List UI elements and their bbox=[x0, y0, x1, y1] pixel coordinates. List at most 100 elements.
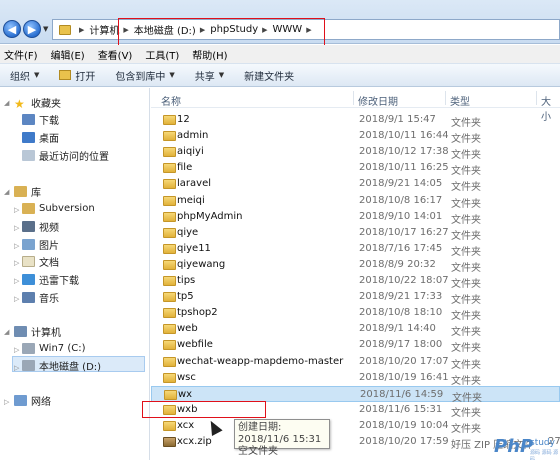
file-type: 文件夹 bbox=[451, 230, 481, 242]
forward-button[interactable]: ▶ bbox=[23, 20, 41, 38]
file-type: 文件夹 bbox=[451, 118, 481, 129]
collapsed-arrow-icon[interactable]: ▷ bbox=[4, 398, 9, 406]
nav-computer-label: 计算机 bbox=[31, 328, 61, 339]
file-modified-date: 2018/10/12 17:38 bbox=[359, 146, 449, 158]
file-row[interactable]: meiqi 2018/10/8 16:17 文件夹 bbox=[151, 193, 560, 210]
file-modified-date: 2018/10/8 16:17 bbox=[359, 194, 443, 206]
nav-documents-label: 文档 bbox=[39, 258, 59, 269]
music-icon bbox=[22, 292, 35, 303]
file-row[interactable]: admin 2018/10/11 16:44 文件夹 bbox=[151, 128, 560, 145]
file-type: 文件夹 bbox=[451, 359, 481, 371]
nav-network[interactable]: 网络 bbox=[14, 393, 51, 408]
file-modified-date: 2018/9/17 18:00 bbox=[359, 339, 443, 351]
organize-button[interactable]: 组织 ▼ bbox=[10, 68, 39, 83]
menu-file[interactable]: 文件(F) bbox=[4, 47, 38, 62]
column-divider[interactable] bbox=[445, 91, 446, 105]
file-row[interactable]: laravel 2018/9/21 14:05 文件夹 bbox=[151, 176, 560, 193]
nav-thunder-downloads[interactable]: 迅雷下载 bbox=[22, 272, 79, 287]
share-label: 共享 bbox=[194, 71, 215, 83]
expand-arrow-icon[interactable]: ◢ bbox=[4, 99, 9, 107]
column-divider[interactable] bbox=[353, 91, 354, 105]
file-modified-date: 2018/11/6 14:59 bbox=[360, 388, 444, 400]
file-row[interactable]: wx 2018/11/6 14:59 文件夹 bbox=[151, 385, 560, 404]
new-folder-button[interactable]: 新建文件夹 bbox=[244, 68, 294, 83]
picture-icon bbox=[22, 239, 35, 250]
file-row[interactable]: wsc 2018/10/19 16:41 文件夹 bbox=[151, 370, 560, 387]
collapsed-arrow-icon[interactable]: ▷ bbox=[14, 295, 19, 303]
nav-recent[interactable]: 最近访问的位置 bbox=[22, 148, 109, 163]
folder-icon bbox=[163, 163, 176, 174]
file-row[interactable]: aiqiyi 2018/10/12 17:38 文件夹 bbox=[151, 144, 560, 161]
column-type[interactable]: 类型 bbox=[450, 93, 470, 108]
file-row[interactable]: file 2018/10/11 16:25 文件夹 bbox=[151, 160, 560, 178]
column-modified[interactable]: 修改日期 bbox=[358, 93, 398, 108]
file-row[interactable]: qiyewang 2018/8/9 20:32 文件夹 bbox=[151, 257, 560, 274]
file-row[interactable]: tpshop2 2018/10/8 18:10 文件夹 bbox=[151, 305, 560, 323]
nav-favorites-label: 收藏夹 bbox=[31, 99, 61, 110]
menu-view[interactable]: 查看(V) bbox=[98, 47, 133, 62]
menu-tools[interactable]: 工具(T) bbox=[145, 47, 179, 62]
organize-label: 组织 bbox=[10, 71, 30, 83]
file-name: qiye11 bbox=[177, 242, 211, 254]
file-type: 文件夹 bbox=[451, 262, 481, 274]
open-button[interactable]: 打开 bbox=[59, 68, 95, 83]
watermark-sub: 源码 源码 源码 bbox=[530, 450, 559, 460]
file-type: 文件夹 bbox=[451, 407, 481, 419]
file-row[interactable]: tp5 2018/9/21 17:33 文件夹 bbox=[151, 289, 560, 306]
file-type: 文件夹 bbox=[451, 343, 481, 355]
file-name: web bbox=[177, 323, 198, 335]
chevron-right-icon[interactable]: ▶ bbox=[79, 26, 84, 34]
menu-edit[interactable]: 编辑(E) bbox=[51, 47, 85, 62]
collapsed-arrow-icon[interactable]: ▷ bbox=[14, 242, 19, 250]
nav-videos[interactable]: 视频 bbox=[22, 219, 59, 234]
collapsed-arrow-icon[interactable]: ▷ bbox=[14, 224, 19, 232]
file-row[interactable]: qiye 2018/10/17 16:27 文件夹 bbox=[151, 225, 560, 242]
breadcrumb-computer[interactable]: 计算机 bbox=[89, 22, 119, 37]
nav-music[interactable]: 音乐 bbox=[22, 290, 59, 305]
include-label: 包含到库中 bbox=[115, 71, 166, 83]
file-modified-date: 2018/9/21 14:05 bbox=[359, 178, 443, 190]
column-divider[interactable] bbox=[536, 91, 537, 105]
nav-win7-drive[interactable]: Win7 (C:) bbox=[22, 341, 85, 356]
collapsed-arrow-icon[interactable]: ▷ bbox=[14, 346, 19, 354]
folder-icon bbox=[163, 340, 176, 351]
file-type: 文件夹 bbox=[451, 166, 481, 178]
file-row[interactable]: webfile 2018/9/17 18:00 文件夹 bbox=[151, 337, 560, 355]
desktop-icon bbox=[22, 132, 35, 143]
include-in-library-button[interactable]: 包含到库中 ▼ bbox=[115, 68, 174, 83]
library-icon bbox=[14, 186, 27, 197]
column-name[interactable]: 名称 bbox=[161, 93, 181, 108]
nav-desktop[interactable]: 桌面 bbox=[22, 130, 59, 145]
collapsed-arrow-icon[interactable]: ▷ bbox=[14, 364, 19, 372]
expand-arrow-icon[interactable]: ◢ bbox=[4, 328, 9, 336]
file-row[interactable]: phpMyAdmin 2018/9/10 14:01 文件夹 bbox=[151, 209, 560, 226]
nav-documents[interactable]: 文档 bbox=[22, 254, 59, 269]
file-row[interactable]: tips 2018/10/22 18:07 文件夹 bbox=[151, 273, 560, 290]
recent-places-icon bbox=[22, 150, 35, 161]
nav-computer[interactable]: 计算机 bbox=[14, 324, 61, 339]
file-row[interactable]: wechat-weapp-mapdemo-master 2018/10/20 17… bbox=[151, 354, 560, 371]
forward-arrow-icon: ▶ bbox=[27, 22, 37, 36]
file-row[interactable]: web 2018/9/1 14:40 文件夹 bbox=[151, 321, 560, 338]
back-button[interactable]: ◀ bbox=[3, 20, 21, 38]
file-type: 文件夹 bbox=[451, 311, 481, 323]
menu-help[interactable]: 帮助(H) bbox=[192, 47, 227, 62]
nav-local-disk-d[interactable]: 本地磁盘 (D:) bbox=[22, 358, 101, 373]
nav-local-disk-label: 本地磁盘 (D:) bbox=[39, 362, 102, 373]
collapsed-arrow-icon[interactable]: ▷ bbox=[14, 277, 19, 285]
collapsed-arrow-icon[interactable]: ▷ bbox=[14, 259, 19, 267]
expand-arrow-icon[interactable]: ◢ bbox=[4, 188, 9, 196]
folder-icon bbox=[163, 147, 176, 158]
file-row[interactable]: 12 2018/9/1 15:47 文件夹 bbox=[151, 112, 560, 129]
collapsed-arrow-icon[interactable]: ▷ bbox=[14, 206, 19, 214]
nav-subversion[interactable]: Subversion bbox=[22, 201, 95, 216]
nav-downloads[interactable]: 下载 bbox=[22, 112, 59, 127]
nav-favorites[interactable]: ★ 收藏夹 bbox=[14, 95, 61, 111]
nav-libraries[interactable]: 库 bbox=[14, 184, 41, 199]
nav-pictures[interactable]: 图片 bbox=[22, 237, 59, 252]
file-type: 文件夹 bbox=[451, 214, 481, 226]
recent-pages-dropdown-icon[interactable]: ▼ bbox=[43, 25, 48, 33]
share-button[interactable]: 共享 ▼ bbox=[195, 68, 224, 83]
nav-subversion-label: Subversion bbox=[39, 203, 95, 214]
file-row[interactable]: qiye11 2018/7/16 17:45 文件夹 bbox=[151, 241, 560, 258]
